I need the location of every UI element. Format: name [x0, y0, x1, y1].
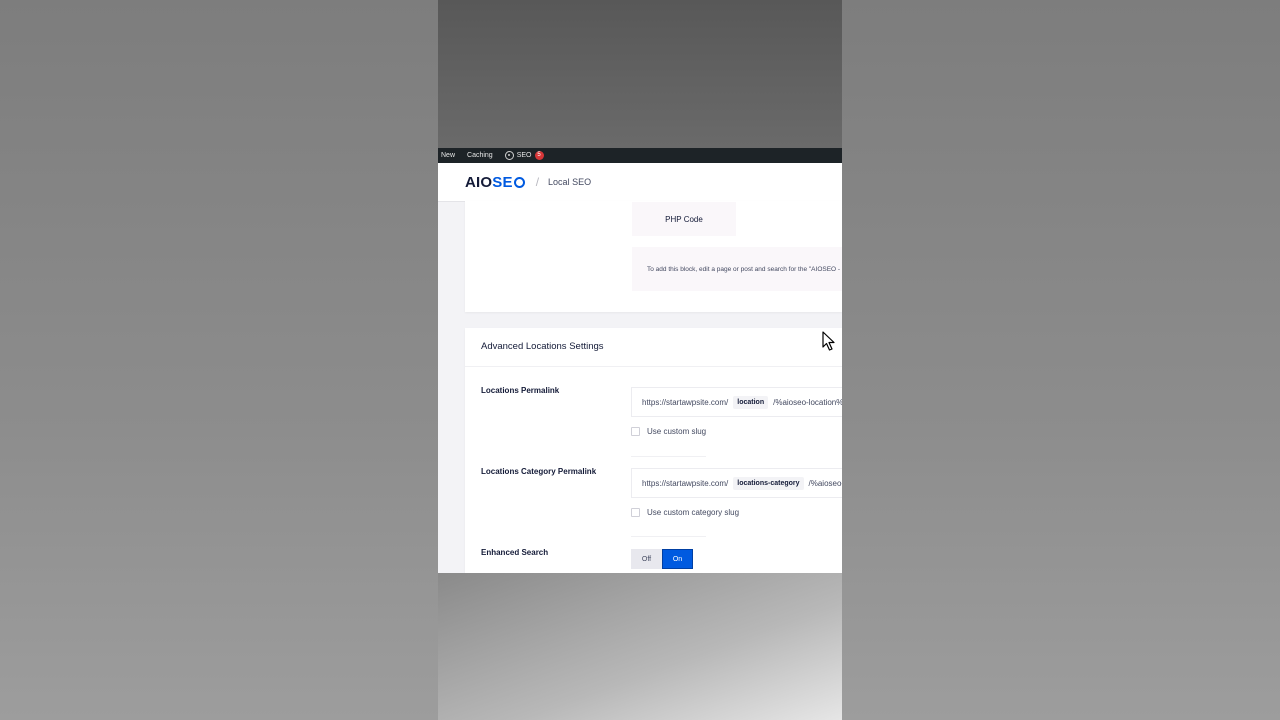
locations-permalink-label: Locations Permalink [481, 386, 560, 395]
background-bottom [438, 573, 842, 720]
logo-text-aio: AIO [465, 173, 493, 191]
background-right [842, 0, 1280, 720]
notification-badge: 5 [534, 151, 544, 160]
enhanced-search-on-button[interactable]: On [662, 549, 693, 569]
use-custom-category-slug-label: Use custom category slug [647, 508, 740, 517]
locations-block-card: PHP Code To add this block, edit a page … [465, 201, 842, 312]
enhanced-search-off-button[interactable]: Off [631, 549, 662, 569]
browser-viewport: New Caching SEO 5 AIO SE / Local SEO PHP … [438, 148, 842, 573]
row-divider [631, 536, 706, 537]
aioseo-gear-icon [504, 151, 514, 160]
permalink-base-url: https://startawpsite.com/ [642, 397, 729, 407]
locations-category-permalink-field[interactable]: https://startawpsite.com/ locations-cate… [631, 468, 842, 498]
use-custom-slug-label: Use custom slug [647, 427, 707, 436]
use-custom-slug-checkbox[interactable] [631, 427, 640, 436]
use-custom-slug-row[interactable]: Use custom slug [631, 427, 706, 436]
use-custom-category-slug-checkbox[interactable] [631, 508, 640, 517]
breadcrumb-local-seo: Local SEO [548, 177, 592, 187]
permalink-slug[interactable]: location [733, 395, 769, 409]
use-custom-category-slug-row[interactable]: Use custom category slug [631, 508, 739, 517]
advanced-locations-settings-card: Advanced Locations Settings Locations Pe… [465, 328, 842, 573]
tab-php-code[interactable]: PHP Code [632, 202, 736, 236]
wp-admin-bar: New Caching SEO 5 [438, 148, 842, 163]
breadcrumb-separator: / [535, 175, 540, 189]
aioseo-logo[interactable]: AIO SE [465, 174, 525, 191]
admin-bar-caching[interactable]: Caching [467, 152, 493, 159]
card-title: Advanced Locations Settings [481, 341, 604, 352]
admin-bar-seo[interactable]: SEO 5 [504, 151, 544, 160]
aioseo-header: AIO SE / Local SEO [438, 163, 842, 202]
enhanced-search-toggle[interactable]: Off On [631, 549, 693, 569]
admin-bar-new[interactable]: New [441, 152, 455, 159]
row-divider [631, 456, 706, 457]
background-left [0, 0, 438, 720]
locations-category-permalink-label: Locations Category Permalink [481, 467, 597, 476]
admin-bar-seo-label: SEO [516, 152, 532, 159]
category-permalink-suffix: /%aioseo-location-category%/ [808, 478, 842, 488]
category-permalink-base-url: https://startawpsite.com/ [642, 478, 729, 488]
enhanced-search-label: Enhanced Search [481, 548, 549, 557]
block-instructions: To add this block, edit a page or post a… [632, 247, 842, 291]
locations-permalink-field[interactable]: https://startawpsite.com/ location /%aio… [631, 387, 842, 417]
card-header-divider [465, 366, 842, 367]
mouse-cursor-icon [822, 331, 835, 351]
logo-cog-icon [513, 176, 525, 188]
background-top [438, 0, 842, 148]
permalink-suffix: /%aioseo-location%/ [773, 397, 842, 407]
category-permalink-slug[interactable]: locations-category [733, 476, 804, 490]
logo-text-seo: SE [492, 173, 513, 191]
